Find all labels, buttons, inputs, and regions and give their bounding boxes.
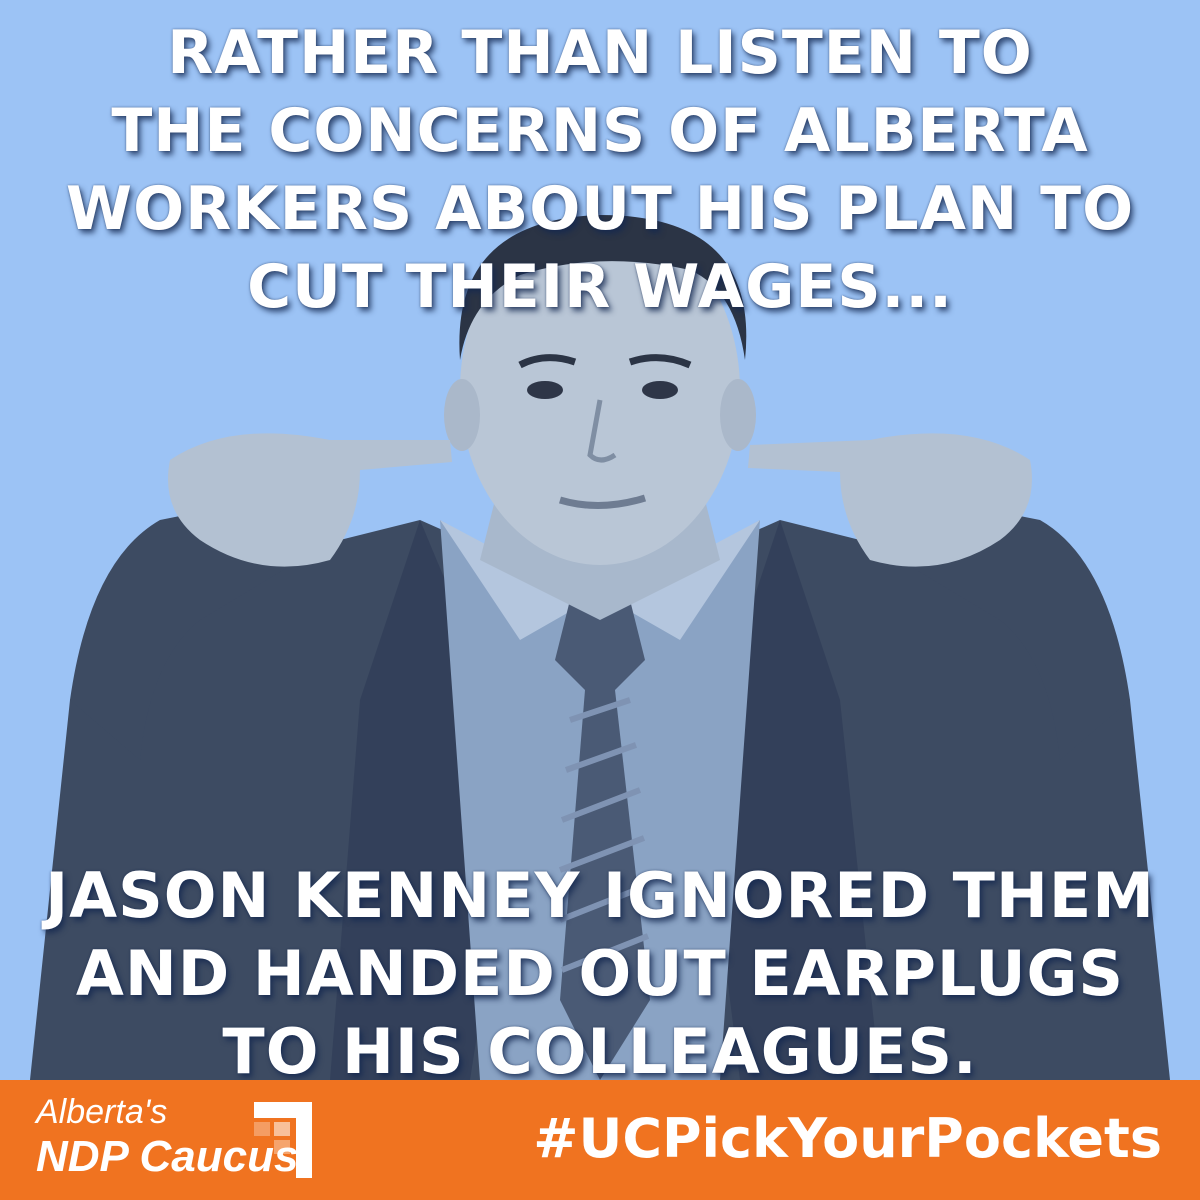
headline-bottom-line: AND HANDED OUT EARPLUGS: [75, 937, 1125, 1010]
headline-bottom: JASON KENNEY IGNORED THEM AND HANDED OUT…: [0, 857, 1200, 1091]
footer-bar: Alberta's NDP Caucus #UCPickYourPockets: [0, 1080, 1200, 1200]
headline-top: RATHER THAN LISTEN TO THE CONCERNS OF AL…: [0, 14, 1200, 326]
headline-top-line: RATHER THAN LISTEN TO: [167, 18, 1033, 88]
headline-top-line: WORKERS ABOUT HIS PLAN TO: [65, 174, 1135, 244]
headline-bottom-line: JASON KENNEY IGNORED THEM: [45, 859, 1155, 932]
headline-top-line: THE CONCERNS OF ALBERTA: [111, 96, 1089, 166]
campaign-hashtag: #UCPickYourPockets: [533, 1107, 1162, 1170]
graphic-canvas: RATHER THAN LISTEN TO THE CONCERNS OF AL…: [0, 0, 1200, 1200]
headline-top-line: CUT THEIR WAGES...: [247, 252, 953, 322]
ndp-logo-icon: [254, 1102, 312, 1178]
